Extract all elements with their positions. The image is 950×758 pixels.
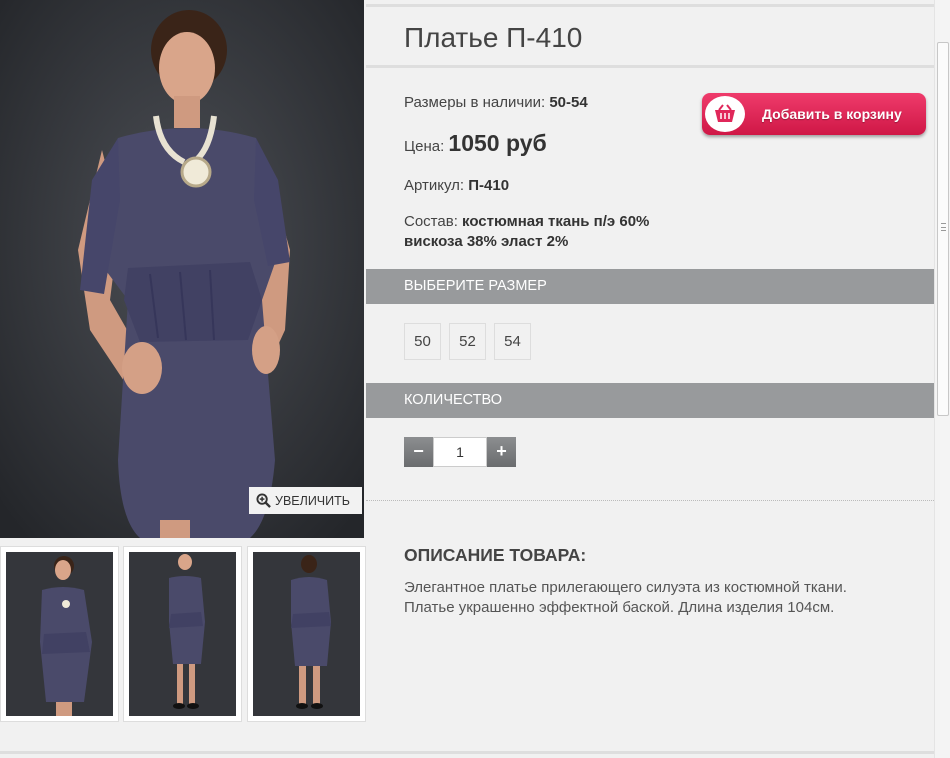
- add-to-cart-label: Добавить в корзину: [762, 106, 902, 122]
- size-option-50[interactable]: 50: [404, 323, 441, 360]
- add-to-cart-button[interactable]: Добавить в корзину: [702, 93, 926, 135]
- price-label: Цена:: [404, 138, 445, 155]
- description-title: ОПИСАНИЕ ТОВАРА:: [404, 545, 587, 565]
- product-details: Платье П-410 Размеры в наличии: 50-54 Це…: [366, 0, 934, 758]
- bottom-divider: [0, 751, 934, 754]
- description-text: Элегантное платье прилегающего силуэта и…: [404, 578, 924, 618]
- thumbnail-front-close[interactable]: [0, 546, 119, 722]
- thumbnail-image: [253, 552, 360, 716]
- composition-label: Состав:: [404, 213, 458, 230]
- sku-value: П-410: [468, 177, 510, 194]
- thumbnail-front-full[interactable]: [123, 546, 242, 722]
- title-bar: Платье П-410: [366, 4, 934, 68]
- zoom-button[interactable]: УВЕЛИЧИТЬ: [249, 487, 362, 514]
- thumbnail-strip: [0, 546, 366, 722]
- zoom-in-icon: [256, 493, 271, 508]
- thumbnail-image: [129, 552, 236, 716]
- size-section-header: ВЫБЕРИТЕ РАЗМЕР: [366, 269, 934, 304]
- composition: Состав: костюмная ткань п/э 60% вискоза …: [404, 212, 649, 252]
- sku: Артикул: П-410: [404, 177, 509, 194]
- sizes-available: Размеры в наличии: 50-54: [404, 94, 588, 111]
- zoom-label: УВЕЛИЧИТЬ: [275, 493, 350, 508]
- scrollbar[interactable]: [934, 0, 950, 758]
- price: Цена: 1050 руб: [404, 130, 547, 157]
- quantity-section-header: КОЛИЧЕСТВО: [366, 383, 934, 418]
- price-value: 1050 руб: [448, 130, 547, 156]
- basket-icon: [705, 96, 745, 132]
- description-line1: Элегантное платье прилегающего силуэта и…: [404, 579, 847, 596]
- composition-line2: вискоза 38% эласт 2%: [404, 233, 569, 250]
- product-title: Платье П-410: [404, 22, 583, 53]
- composition-line1: костюмная ткань п/э 60%: [462, 213, 650, 230]
- thumbnail-back-full[interactable]: [247, 546, 366, 722]
- size-option-54[interactable]: 54: [494, 323, 531, 360]
- sizes-label: Размеры в наличии:: [404, 94, 546, 111]
- quantity-input[interactable]: [433, 437, 487, 467]
- thumbnail-image: [6, 552, 113, 716]
- quantity-increase-button[interactable]: +: [487, 437, 516, 467]
- model-photo-image: [0, 0, 364, 538]
- scrollbar-thumb[interactable]: [937, 42, 949, 416]
- quantity-stepper: − +: [404, 437, 516, 467]
- main-product-photo[interactable]: УВЕЛИЧИТЬ: [0, 0, 364, 538]
- size-option-52[interactable]: 52: [449, 323, 486, 360]
- sku-label: Артикул:: [404, 177, 465, 194]
- scrollbar-grip-icon: [941, 223, 946, 231]
- description-line2: Платье украшенно эффектной баской. Длина…: [404, 599, 835, 616]
- quantity-decrease-button[interactable]: −: [404, 437, 433, 467]
- section-divider: [366, 500, 934, 501]
- sizes-value: 50-54: [549, 94, 588, 111]
